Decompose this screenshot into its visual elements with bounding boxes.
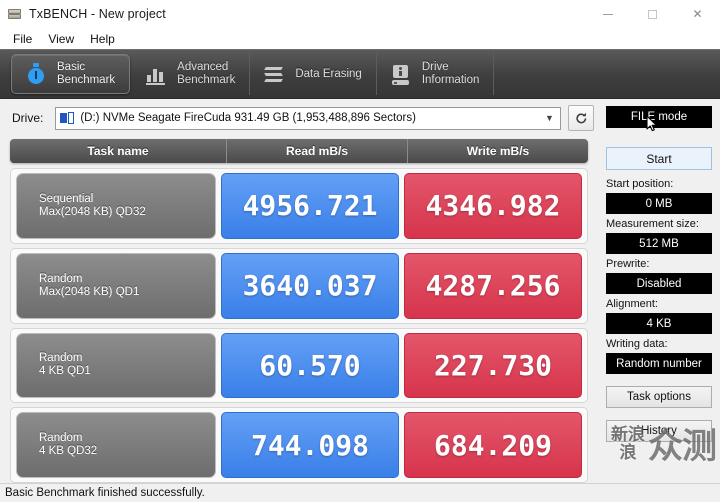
chevron-down-icon[interactable]: ▼ [541, 113, 558, 123]
tab-basic-benchmark[interactable]: Basic Benchmark [11, 54, 131, 94]
tab-basic-benchmark-label: Basic Benchmark [57, 61, 116, 86]
drive-selected-value: (D:) NVMe Seagate FireCuda 931.49 GB (1,… [80, 112, 416, 124]
task-name-cell[interactable]: Random Max(2048 KB) QD1 [16, 252, 216, 319]
table-row[interactable]: Random Max(2048 KB) QD1 3640.037 4287.25… [10, 247, 588, 324]
drive-info-icon [389, 61, 413, 87]
alignment-label: Alignment: [606, 298, 658, 310]
read-value: 744.098 [221, 412, 399, 478]
task-line-1: Random [39, 272, 83, 285]
refresh-icon[interactable] [568, 105, 594, 131]
read-value: 60.570 [221, 332, 399, 399]
task-options-button[interactable]: Task options [606, 386, 712, 408]
task-name-cell[interactable]: Sequential Max(2048 KB) QD32 [16, 173, 216, 239]
window-controls: ✕ [585, 0, 720, 28]
task-line-1: Sequential [39, 192, 94, 205]
header-read: Read mB/s [226, 139, 407, 163]
tab-strip: Basic Benchmark Advanced Benchmark Data … [0, 49, 720, 99]
start-position-value[interactable]: 0 MB [606, 193, 712, 214]
task-line-1: Random [39, 432, 83, 445]
menu-bar: File View Help [0, 28, 720, 49]
status-bar: Basic Benchmark finished successfully. [0, 483, 720, 502]
minimize-icon[interactable] [585, 0, 630, 28]
window-title: TxBENCH - New project [29, 7, 166, 21]
tab-advanced-benchmark[interactable]: Advanced Benchmark [132, 53, 251, 95]
task-line-2: 4 KB QD32 [39, 445, 98, 458]
title-bar: TxBENCH - New project ✕ [0, 0, 720, 28]
drive-selector-row: Drive: (D:) NVMe Seagate FireCuda 931.49… [0, 99, 598, 137]
write-value: 227.730 [404, 332, 582, 399]
tab-data-erasing[interactable]: Data Erasing [250, 53, 377, 95]
start-button[interactable]: Start [606, 147, 712, 170]
close-icon[interactable]: ✕ [675, 0, 720, 28]
task-line-2: 4 KB QD1 [39, 365, 91, 378]
results-table: Task name Read mB/s Write mB/s Sequentia… [10, 137, 588, 483]
txbench-window: TxBENCH - New project ✕ File View Help B… [0, 0, 720, 502]
measurement-size-label: Measurement size: [606, 218, 699, 230]
maximize-icon[interactable] [630, 0, 675, 28]
table-row[interactable]: Sequential Max(2048 KB) QD32 4956.721 43… [10, 168, 588, 244]
app-drive-stack-icon [7, 6, 23, 22]
alignment-value[interactable]: 4 KB [606, 313, 712, 334]
writing-data-value[interactable]: Random number [606, 353, 712, 374]
left-pane: Drive: (D:) NVMe Seagate FireCuda 931.49… [0, 99, 598, 483]
status-message: Basic Benchmark finished successfully. [5, 487, 205, 499]
history-button[interactable]: History [606, 420, 712, 442]
task-line-2: Max(2048 KB) QD1 [39, 285, 140, 298]
header-task-name: Task name [87, 144, 149, 158]
settings-sidebar: FILE mode Start Start position: 0 MB Mea… [598, 99, 720, 483]
read-value: 4956.721 [221, 173, 399, 239]
table-row[interactable]: Random 4 KB QD1 60.570 227.730 [10, 327, 588, 404]
menu-help[interactable]: Help [82, 30, 123, 48]
drive-icon [60, 111, 75, 125]
measurement-size-value[interactable]: 512 MB [606, 233, 712, 254]
header-write: Write mB/s [407, 139, 588, 163]
file-mode-button[interactable]: FILE mode [606, 106, 712, 128]
bar-chart-icon [144, 61, 168, 87]
write-value: 4346.982 [404, 173, 582, 239]
erase-zigzag-icon [262, 61, 286, 87]
tab-advanced-benchmark-label: Advanced Benchmark [177, 61, 236, 86]
task-name-cell[interactable]: Random 4 KB QD32 [16, 412, 216, 478]
prewrite-label: Prewrite: [606, 258, 650, 270]
write-value: 684.209 [404, 412, 582, 478]
body-area: Drive: (D:) NVMe Seagate FireCuda 931.49… [0, 99, 720, 483]
write-value: 4287.256 [404, 252, 582, 319]
task-line-2: Max(2048 KB) QD32 [39, 205, 146, 218]
table-header-row: Task name Read mB/s Write mB/s [10, 139, 588, 163]
tab-data-erasing-label: Data Erasing [295, 67, 362, 80]
task-line-1: Random [39, 352, 83, 365]
read-value: 3640.037 [221, 252, 399, 319]
menu-file[interactable]: File [5, 30, 40, 48]
start-position-label: Start position: [606, 178, 674, 190]
task-name-cell[interactable]: Random 4 KB QD1 [16, 332, 216, 399]
prewrite-value[interactable]: Disabled [606, 273, 712, 294]
tab-drive-information-label: Drive Information [421, 61, 480, 86]
drive-select[interactable]: (D:) NVMe Seagate FireCuda 931.49 GB (1,… [55, 106, 561, 130]
table-row[interactable]: Random 4 KB QD32 744.098 684.209 [10, 407, 588, 483]
writing-data-label: Writing data: [606, 338, 668, 350]
stopwatch-icon [24, 61, 48, 87]
menu-view[interactable]: View [40, 30, 82, 48]
start-button-label: Start [646, 151, 672, 166]
tab-drive-information[interactable]: Drive Information [377, 53, 495, 95]
table-rows: Sequential Max(2048 KB) QD32 4956.721 43… [10, 168, 588, 483]
drive-label: Drive: [12, 111, 44, 125]
